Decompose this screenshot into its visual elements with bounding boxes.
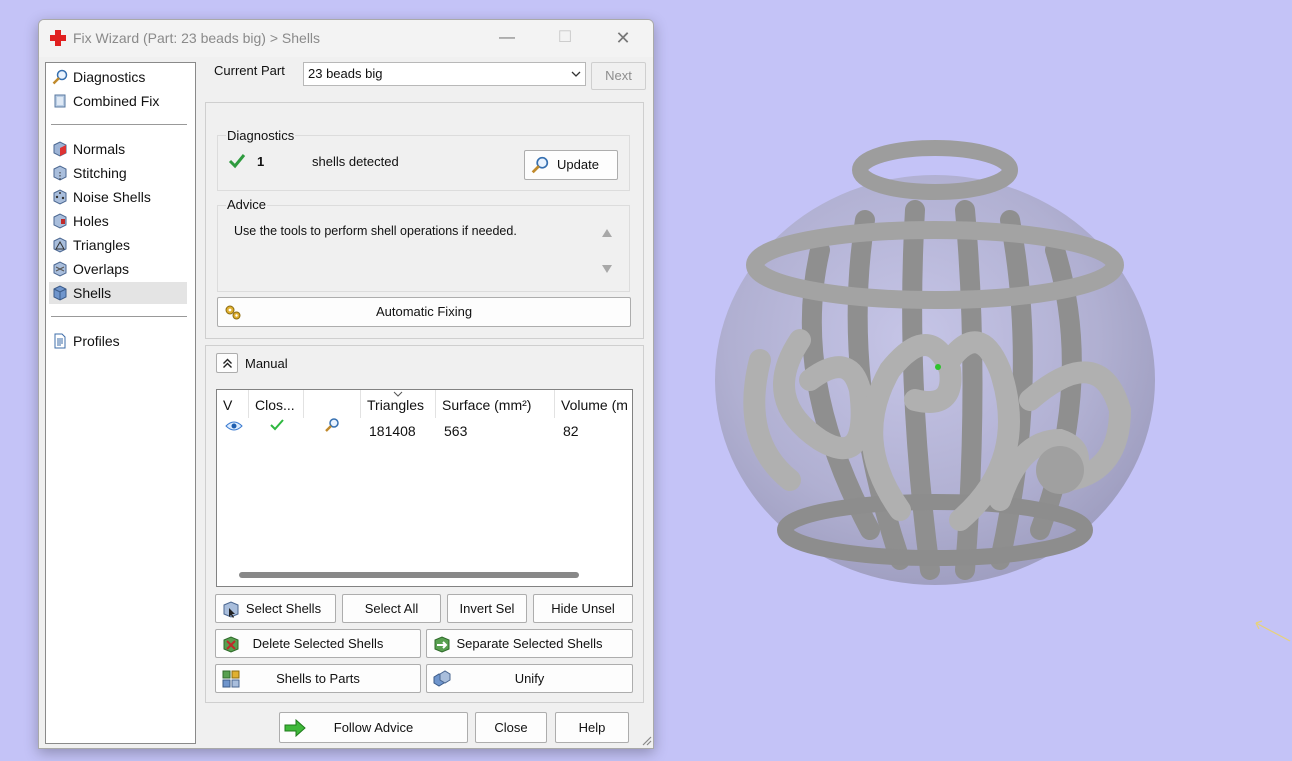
maximize-button[interactable]: ☐ xyxy=(550,26,580,50)
document-icon xyxy=(54,333,66,349)
nav-item-noise-shells[interactable]: Noise Shells xyxy=(49,186,187,208)
gears-icon xyxy=(225,305,241,320)
title-bar[interactable]: Fix Wizard (Part: 23 beads big) > Shells… xyxy=(39,20,653,57)
resize-grip-icon[interactable] xyxy=(640,734,652,746)
red-cross-icon xyxy=(50,30,66,46)
nav-item-shells[interactable]: Shells xyxy=(49,282,187,304)
invert-sel-button[interactable]: Invert Sel xyxy=(447,594,527,623)
shells-detected-text: shells detected xyxy=(312,154,399,169)
magnifier-icon[interactable] xyxy=(324,417,340,433)
nav-item-profiles[interactable]: Profiles xyxy=(49,330,187,352)
column-header-select[interactable] xyxy=(304,390,361,418)
scroll-down-icon[interactable] xyxy=(602,265,612,273)
collapse-manual-button[interactable] xyxy=(216,353,238,373)
triangles-cube-icon xyxy=(53,237,67,253)
chevron-down-icon xyxy=(571,71,581,77)
current-part-label: Current Part xyxy=(214,63,285,78)
double-chevron-up-icon xyxy=(223,358,232,368)
separate-cube-icon xyxy=(434,635,450,653)
help-button[interactable]: Help xyxy=(555,712,629,743)
magnifier-icon xyxy=(531,156,549,174)
separate-selected-shells-button[interactable]: Separate Selected Shells xyxy=(426,629,633,658)
select-shells-cube-icon xyxy=(223,600,239,618)
advice-textbox: Use the tools to perform shell operation… xyxy=(227,220,619,280)
column-header-closed[interactable]: Clos... xyxy=(249,390,304,418)
select-shells-button[interactable]: Select Shells xyxy=(215,594,336,623)
checkmark-icon xyxy=(228,154,246,169)
axis-indicator-icon xyxy=(1255,620,1291,642)
bead-model[interactable] xyxy=(700,140,1170,600)
nav-item-overlaps[interactable]: Overlaps xyxy=(49,258,187,280)
window-title: Fix Wizard (Part: 23 beads big) > Shells xyxy=(73,30,321,46)
fix-wizard-window: Fix Wizard (Part: 23 beads big) > Shells… xyxy=(38,19,654,749)
holes-cube-icon xyxy=(53,213,67,229)
close-window-button[interactable]: ✕ xyxy=(608,26,638,50)
nav-item-holes[interactable]: Holes xyxy=(49,210,187,232)
delete-selected-shells-button[interactable]: Delete Selected Shells xyxy=(215,629,421,658)
nav-item-diagnostics[interactable]: Diagnostics xyxy=(49,66,187,88)
unify-cubes-icon xyxy=(433,669,451,687)
advice-title: Advice xyxy=(226,197,268,212)
row-volume: 82 xyxy=(563,423,579,439)
row-surface: 563 xyxy=(444,423,468,439)
column-header-volume[interactable]: Volume (m xyxy=(555,390,632,418)
nav-separator xyxy=(51,316,187,317)
unify-button[interactable]: Unify xyxy=(426,664,633,693)
shells-cube-icon xyxy=(53,285,67,301)
minimize-button[interactable]: — xyxy=(492,26,522,50)
overlaps-cube-icon xyxy=(53,261,67,277)
manual-title: Manual xyxy=(245,356,288,371)
close-button[interactable]: Close xyxy=(475,712,547,743)
advice-text: Use the tools to perform shell operation… xyxy=(234,224,517,238)
combined-fix-icon xyxy=(54,94,66,108)
noise-shells-cube-icon xyxy=(53,189,67,205)
select-all-button[interactable]: Select All xyxy=(342,594,441,623)
next-button[interactable]: Next xyxy=(591,62,646,90)
current-part-select[interactable]: 23 beads big xyxy=(303,62,586,86)
magnifier-icon xyxy=(52,69,68,85)
nav-separator xyxy=(51,124,187,125)
sort-indicator-icon xyxy=(393,391,403,397)
follow-advice-button[interactable]: Follow Advice xyxy=(279,712,468,743)
nav-item-normals[interactable]: Normals xyxy=(49,138,187,160)
checkmark-icon xyxy=(270,419,284,431)
row-triangles: 181408 xyxy=(369,423,416,439)
normals-cube-icon xyxy=(53,141,67,157)
scroll-up-icon[interactable] xyxy=(602,229,612,237)
nav-item-triangles[interactable]: Triangles xyxy=(49,234,187,256)
delete-cube-icon xyxy=(223,635,239,653)
shells-table[interactable]: V Clos... Triangles Surface (mm²) Volume… xyxy=(216,389,633,587)
shells-to-parts-icon xyxy=(222,670,240,687)
hide-unsel-button[interactable]: Hide Unsel xyxy=(533,594,633,623)
column-header-visible[interactable]: V xyxy=(217,390,249,418)
horizontal-scrollbar[interactable] xyxy=(239,572,579,578)
update-button[interactable]: Update xyxy=(524,150,618,180)
green-arrow-icon xyxy=(284,718,306,737)
fix-wizard-nav: Diagnostics Combined Fix Normals Stitchi… xyxy=(45,62,196,744)
eye-icon[interactable] xyxy=(225,419,243,433)
diagnostics-title: Diagnostics xyxy=(226,128,296,143)
stitching-cube-icon xyxy=(53,165,67,181)
shells-to-parts-button[interactable]: Shells to Parts xyxy=(215,664,421,693)
nav-item-combined-fix[interactable]: Combined Fix xyxy=(49,90,187,112)
automatic-fixing-button[interactable]: Automatic Fixing xyxy=(217,297,631,327)
shells-count: 1 xyxy=(257,154,265,169)
column-header-surface[interactable]: Surface (mm²) xyxy=(436,390,555,418)
nav-item-stitching[interactable]: Stitching xyxy=(49,162,187,184)
